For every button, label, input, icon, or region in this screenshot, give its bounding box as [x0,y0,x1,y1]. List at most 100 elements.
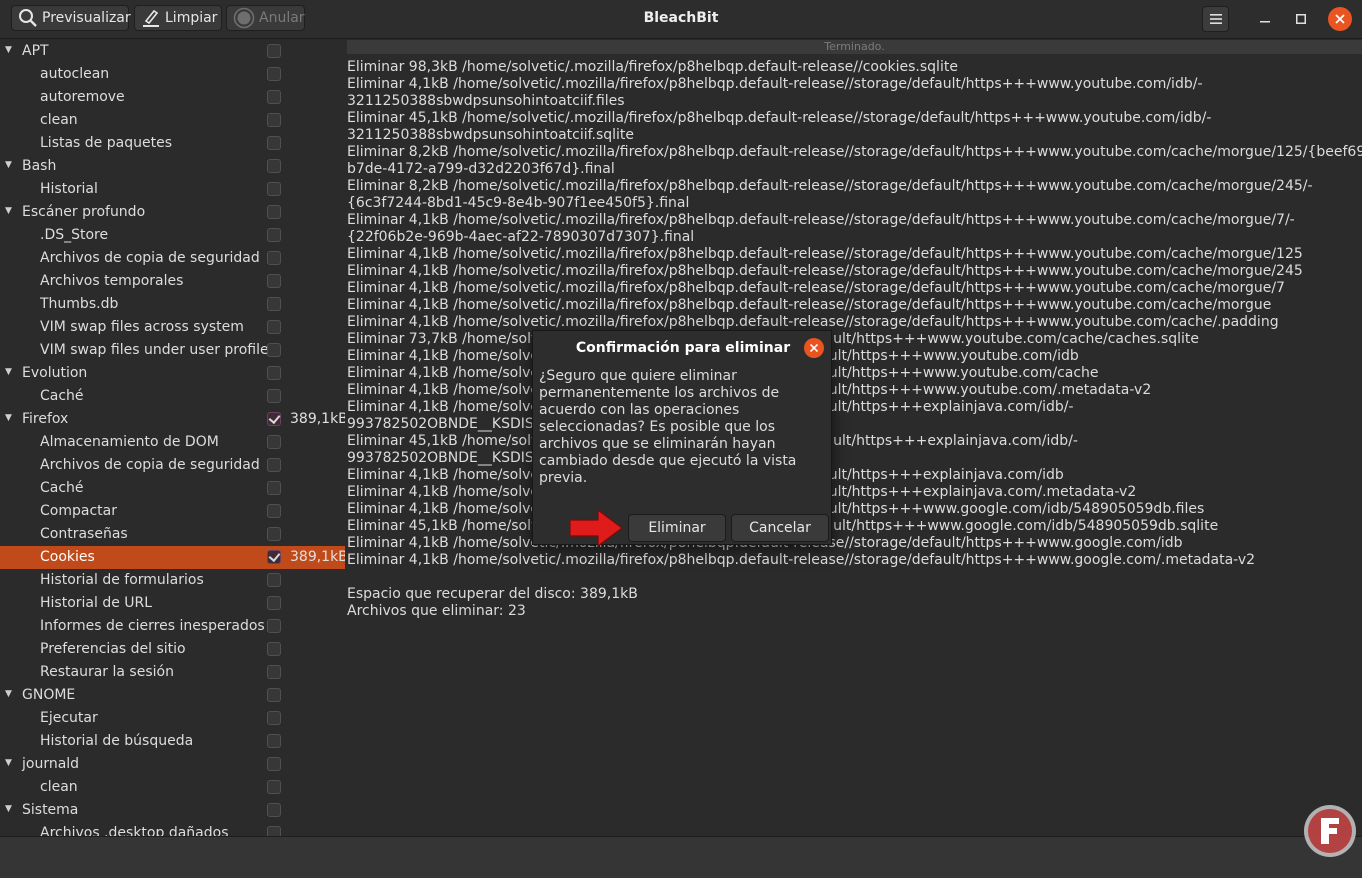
tree-item[interactable]: autoremove [0,86,345,109]
tree-category[interactable]: ▼ Sistema [0,799,345,822]
tree-item[interactable]: Archivos .desktop dañados [0,822,345,836]
tree-item-checkbox[interactable] [267,688,281,702]
tree-item-checkbox[interactable] [267,573,281,587]
tree-item[interactable]: Informes de cierres inesperados [0,615,345,638]
tree-category[interactable]: ▼ Escáner profundo [0,201,345,224]
tree-item-checkbox[interactable] [267,251,281,265]
log-line: Eliminar 4,1kB /home/solve //storage/def… [347,501,1205,517]
tree-category[interactable]: ▼ APT [0,40,345,63]
tree-item[interactable]: Caché [0,385,345,408]
tree-item[interactable]: Restaurar la sesión [0,661,345,684]
maximize-icon[interactable] [1291,9,1311,29]
expander-icon[interactable]: ▼ [5,689,15,699]
tree-item[interactable]: Thumbs.db [0,293,345,316]
tree-item[interactable]: Historial de formularios [0,569,345,592]
tree-category[interactable]: ▼ Bash [0,155,345,178]
hamburger-menu-icon[interactable] [1202,6,1229,32]
tree-item-checkbox[interactable] [267,550,281,564]
tree-item-checkbox[interactable] [267,458,281,472]
tree-item-checkbox[interactable] [267,44,281,58]
expander-icon[interactable]: ▼ [5,367,15,377]
tree-item-checkbox[interactable] [267,596,281,610]
confirm-delete-button[interactable]: Eliminar [628,514,726,542]
tree-category[interactable]: ▼ journald [0,753,345,776]
log-line: 3211250388sbwdpsunsohintoatciif.files [347,93,625,109]
tree-item-checkbox[interactable] [267,274,281,288]
tree-item-checkbox[interactable] [267,826,281,836]
log-line: Eliminar 45,1kB /home/solvetic/.mozilla/… [347,110,1212,126]
tree-item-checkbox[interactable] [267,780,281,794]
tree-item[interactable]: Preferencias del sitio [0,638,345,661]
expander-icon[interactable]: ▼ [5,413,15,423]
tree-item-label: Bash [22,158,57,174]
tree-item-checkbox[interactable] [267,136,281,150]
tree-item-checkbox[interactable] [267,757,281,771]
tree-item-label: Historial [40,181,98,197]
tree-item[interactable]: Almacenamiento de DOM [0,431,345,454]
tree-item[interactable]: autoclean [0,63,345,86]
tree-item-checkbox[interactable] [267,182,281,196]
tree-item-label: Restaurar la sesión [40,664,174,680]
tree-item-checkbox[interactable] [267,504,281,518]
tree-item-checkbox[interactable] [267,113,281,127]
tree-item-checkbox[interactable] [267,665,281,679]
tree-item-checkbox[interactable] [267,435,281,449]
expander-icon[interactable]: ▼ [5,758,15,768]
tree-item-checkbox[interactable] [267,481,281,495]
tree-item[interactable]: Compactar [0,500,345,523]
log-line: Espacio que recuperar del disco: 389,1kB [347,586,638,602]
tree-item[interactable]: Cookies 389,1kB [0,546,345,569]
expander-icon[interactable]: ▼ [5,45,15,55]
tree-item-label: Cookies [40,549,95,565]
tree-item-checkbox[interactable] [267,90,281,104]
tree-item[interactable]: Archivos de copia de seguridad [0,247,345,270]
tree-item[interactable]: clean [0,776,345,799]
tree-item-checkbox[interactable] [267,389,281,403]
tree-item-checkbox[interactable] [267,734,281,748]
close-icon[interactable] [1328,7,1352,31]
log-line: b7de-4172-a799-d32d2203f67d}.final [347,161,615,177]
progress-bar: Terminado. [347,40,1362,54]
tree-item-checkbox[interactable] [267,412,281,426]
tree-item-checkbox[interactable] [267,711,281,725]
tree-item[interactable]: VIM swap files under user profile [0,339,345,362]
tree-item[interactable]: .DS_Store [0,224,345,247]
tree-item[interactable]: Historial de búsqueda [0,730,345,753]
tree-item-checkbox[interactable] [267,343,281,357]
tree-item[interactable]: Contraseñas [0,523,345,546]
tree-item[interactable]: VIM swap files across system [0,316,345,339]
log-line: Eliminar 4,1kB /home/solve //storage/def… [347,382,1152,398]
expander-icon[interactable]: ▼ [5,804,15,814]
tree-item[interactable]: clean [0,109,345,132]
tree-item-checkbox[interactable] [267,803,281,817]
tree-item[interactable]: Archivos de copia de seguridad [0,454,345,477]
tree-item[interactable]: Ejecutar [0,707,345,730]
tree-item-checkbox[interactable] [267,297,281,311]
tree-item-checkbox[interactable] [267,67,281,81]
tree-item[interactable]: Historial [0,178,345,201]
cancel-button[interactable]: Cancelar [731,514,829,542]
tree-item-checkbox[interactable] [267,205,281,219]
tree-item-checkbox[interactable] [267,228,281,242]
log-line: Eliminar 4,1kB /home/solvetic/.mozilla/f… [347,246,1303,262]
tree-item-checkbox[interactable] [267,619,281,633]
tree-item-checkbox[interactable] [267,366,281,380]
tree-category[interactable]: ▼ Evolution [0,362,345,385]
tree-item-checkbox[interactable] [267,159,281,173]
tree-item[interactable]: Caché [0,477,345,500]
dialog-close-icon[interactable] [804,338,824,358]
tree-item-label: Historial de URL [40,595,153,611]
log-line: Eliminar 4,1kB /home/solvetic/.mozilla/f… [347,314,1279,330]
tree-item-checkbox[interactable] [267,320,281,334]
tree-item-checkbox[interactable] [267,527,281,541]
tree-item-checkbox[interactable] [267,642,281,656]
minimize-icon[interactable] [1255,9,1275,29]
tree-item[interactable]: Listas de paquetes [0,132,345,155]
tree-item[interactable]: Archivos temporales [0,270,345,293]
tree-category[interactable]: ▼ Firefox 389,1kB [0,408,345,431]
expander-icon[interactable]: ▼ [5,160,15,170]
expander-icon[interactable]: ▼ [5,206,15,216]
tree-item[interactable]: Historial de URL [0,592,345,615]
tree-category[interactable]: ▼ GNOME [0,684,345,707]
